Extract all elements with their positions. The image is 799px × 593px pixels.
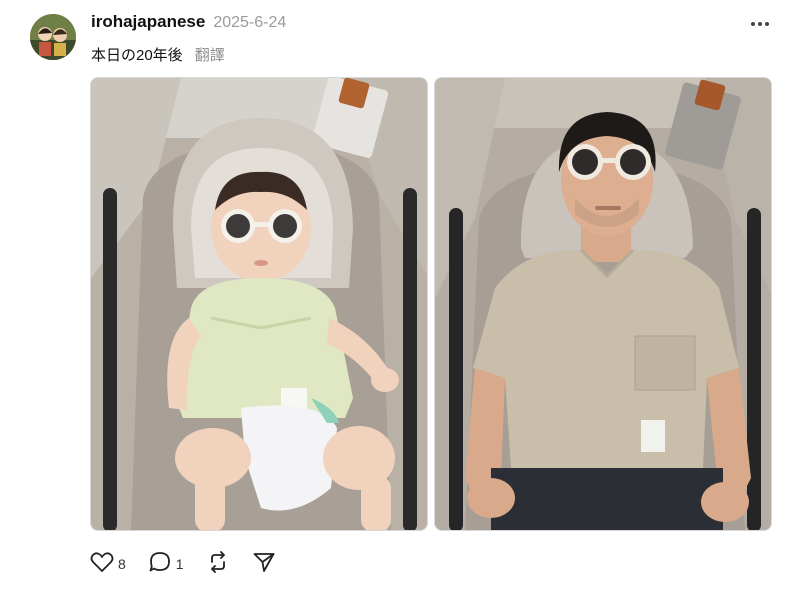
like-button[interactable]: 8: [90, 551, 126, 578]
post-actions: 8 1: [90, 550, 298, 578]
repost-icon: [206, 550, 230, 578]
reply-button[interactable]: 1: [148, 551, 184, 578]
photo-baby[interactable]: [90, 77, 428, 531]
post-header: irohajapanese 2025-6-24: [91, 12, 286, 38]
repost-button[interactable]: [206, 550, 230, 578]
reply-count: 1: [175, 556, 184, 572]
username[interactable]: irohajapanese: [91, 12, 205, 32]
comment-icon: [148, 551, 172, 578]
share-icon: [252, 551, 276, 578]
share-button[interactable]: [252, 551, 276, 578]
translate-link[interactable]: 翻譯: [195, 44, 225, 65]
post-date: 2025-6-24: [213, 14, 287, 31]
post-caption: 本日の20年後 翻譯: [91, 42, 225, 66]
photo-adult[interactable]: [434, 77, 772, 531]
caption-text: 本日の20年後: [91, 46, 183, 64]
heart-icon: [90, 551, 114, 578]
more-options-icon[interactable]: [747, 13, 773, 35]
avatar[interactable]: [30, 14, 76, 60]
like-count: 8: [118, 556, 126, 572]
